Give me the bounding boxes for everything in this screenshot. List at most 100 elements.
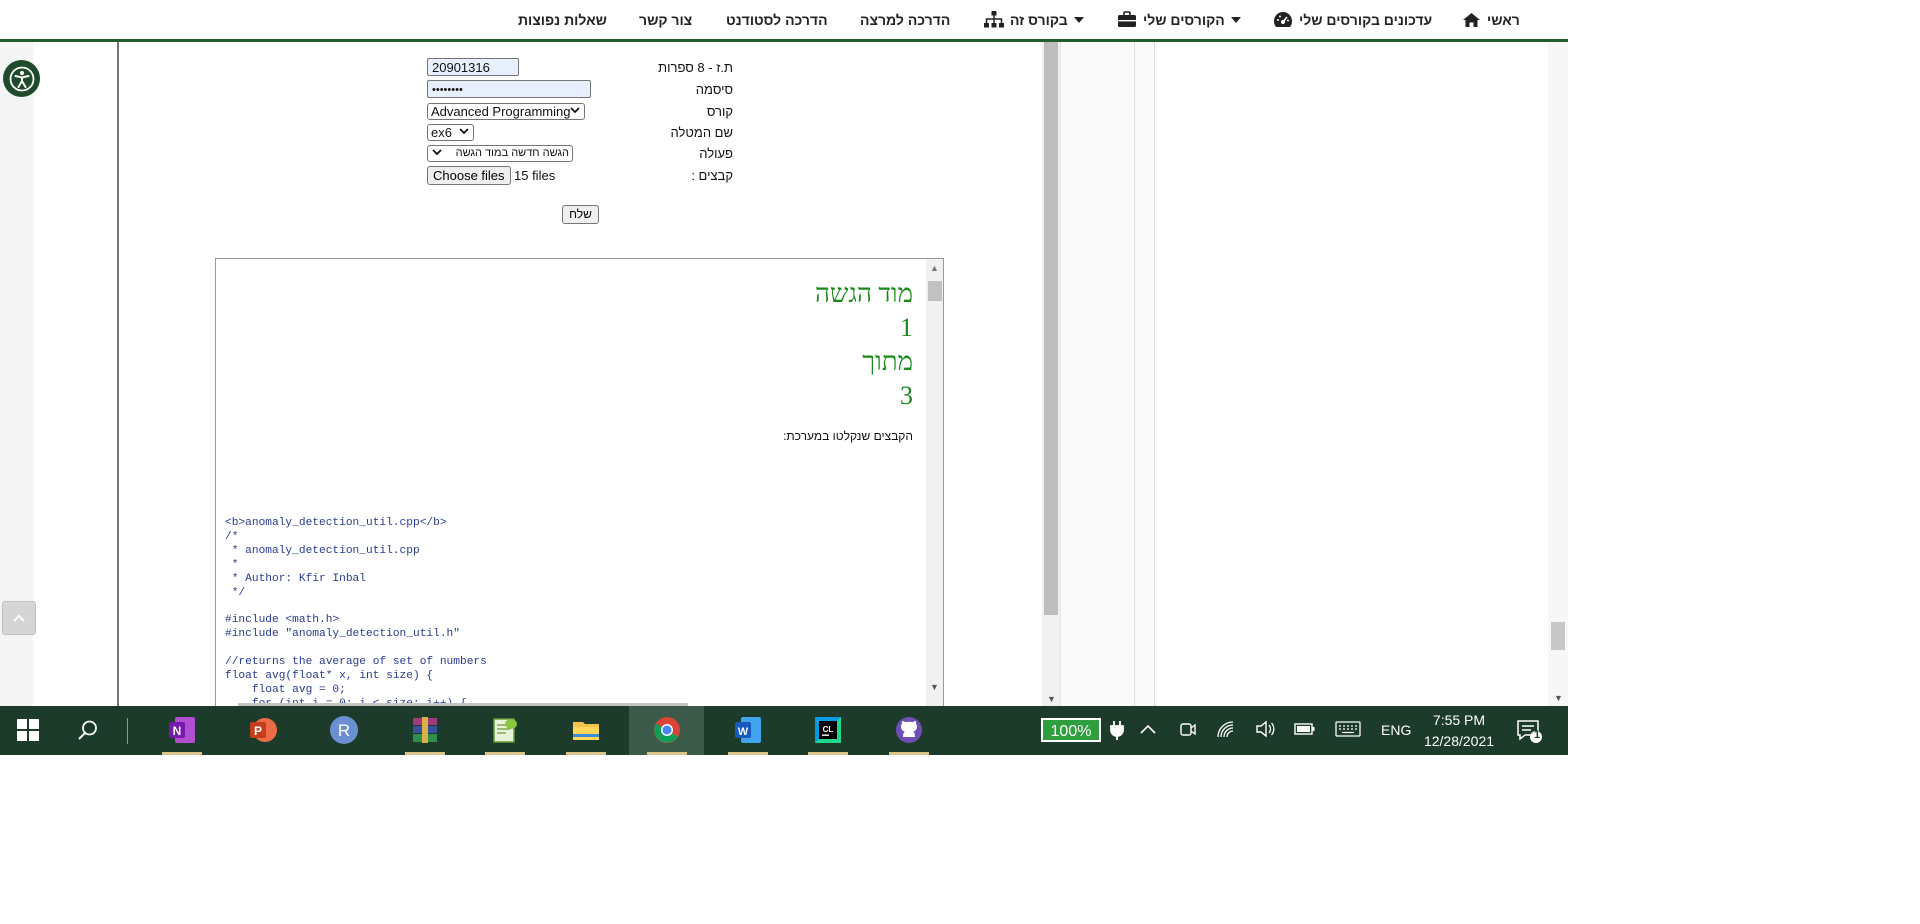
running-indicator bbox=[566, 752, 606, 755]
chevron-down-icon bbox=[570, 107, 580, 114]
nav-home[interactable]: ראשי bbox=[1462, 0, 1520, 39]
window-scrollbar-thumb[interactable] bbox=[1551, 622, 1565, 650]
submission-output-frame: מוד הגשה 1 מתוך 3 הקבצים שנקלטו במערכת: … bbox=[215, 258, 944, 706]
briefcase-icon bbox=[1118, 11, 1136, 27]
accessibility-button[interactable] bbox=[3, 60, 40, 97]
svg-text:P: P bbox=[254, 724, 262, 738]
nav-lecturer-guide-label: הדרכה למרצה bbox=[860, 11, 951, 28]
of-word: מתוך bbox=[862, 347, 913, 376]
nav-my-courses[interactable]: הקורסים שלי bbox=[1117, 0, 1241, 39]
scroll-down-arrow-icon[interactable]: ▼ bbox=[1554, 693, 1563, 703]
window-scrollbar[interactable]: ▼ bbox=[1548, 42, 1568, 706]
volume-icon[interactable] bbox=[1255, 720, 1275, 741]
nav-contact-label: צור קשר bbox=[639, 11, 693, 28]
nav-faq[interactable]: שאלות נפוצות bbox=[518, 0, 607, 39]
language-indicator[interactable]: ENG bbox=[1381, 722, 1411, 738]
course-select[interactable]: Advanced Programming bbox=[427, 103, 585, 120]
files-label: קבצים : bbox=[691, 168, 733, 183]
chrome-icon[interactable] bbox=[651, 714, 683, 746]
battery-icon[interactable] bbox=[1294, 721, 1316, 740]
action-select-value: הגשה חדשה במוד הגשה bbox=[455, 147, 569, 159]
wifi-icon[interactable] bbox=[1216, 720, 1236, 741]
winrar-icon[interactable] bbox=[409, 714, 441, 746]
content-border bbox=[117, 42, 119, 706]
svg-text:N: N bbox=[173, 724, 182, 738]
nav-contact[interactable]: צור קשר bbox=[639, 0, 692, 39]
frame-scrollbar-thumb[interactable] bbox=[928, 281, 942, 301]
chevron-up-icon bbox=[13, 614, 25, 622]
keyboard-icon[interactable] bbox=[1335, 720, 1361, 741]
mode-title: מוד הגשה bbox=[815, 279, 913, 308]
taskbar: N P R W CL 100% ENG 7:55 PM 12/28/2021 1 bbox=[0, 706, 1568, 755]
right-divider bbox=[1154, 42, 1155, 706]
clock[interactable]: 7:55 PM 12/28/2021 bbox=[1418, 710, 1500, 752]
chevron-down-icon bbox=[459, 128, 469, 135]
clock-time: 7:55 PM bbox=[1432, 712, 1486, 728]
battery-percentage[interactable]: 100% bbox=[1041, 718, 1101, 742]
nav-student-guide-label: הדרכה לסטודנט bbox=[726, 11, 828, 28]
svg-text:W: W bbox=[738, 726, 749, 738]
dashboard-icon bbox=[1273, 11, 1293, 27]
svg-text:R: R bbox=[338, 721, 350, 740]
code-listing: <b>anomaly_detection_util.cpp</b> /* * a… bbox=[225, 517, 487, 706]
clion-icon[interactable]: CL bbox=[812, 714, 844, 746]
running-indicator bbox=[728, 752, 768, 755]
page-scrollbar[interactable]: ▼ bbox=[1042, 42, 1060, 706]
accepted-files-label: הקבצים שנקלטו במערכת: bbox=[783, 429, 913, 443]
nav-updates-label: עדכונים בקורסים שלי bbox=[1299, 11, 1433, 28]
submit-button[interactable]: שלח bbox=[562, 205, 599, 224]
running-indicator bbox=[889, 752, 929, 755]
running-indicator bbox=[405, 752, 445, 755]
id-input[interactable]: 20901316 bbox=[427, 58, 519, 76]
r-icon[interactable]: R bbox=[328, 714, 360, 746]
top-navigation: ראשי עדכונים בקורסים שלי הקורסים שלי בקו… bbox=[0, 0, 1568, 42]
nav-updates[interactable]: עדכונים בקורסים שלי bbox=[1273, 0, 1432, 39]
running-indicator bbox=[162, 752, 202, 755]
nav-student-guide[interactable]: הדרכה לסטודנט bbox=[726, 0, 828, 39]
word-icon[interactable]: W bbox=[732, 714, 764, 746]
password-input[interactable]: •••••••• bbox=[427, 80, 591, 98]
nav-lecturer-guide[interactable]: הדרכה למרצה bbox=[860, 0, 950, 39]
page-scrollbar-thumb[interactable] bbox=[1044, 42, 1058, 615]
svg-text:CL: CL bbox=[823, 725, 834, 734]
exercise-select-value: ex6 bbox=[431, 125, 452, 140]
exercise-select[interactable]: ex6 bbox=[427, 124, 474, 141]
nav-this-course[interactable]: בקורס זה bbox=[984, 0, 1084, 39]
scroll-down-arrow-icon[interactable]: ▼ bbox=[930, 682, 939, 692]
frame-scrollbar[interactable]: ▲ ▼ bbox=[926, 259, 943, 706]
chevron-down-icon bbox=[432, 149, 442, 156]
notifications-icon[interactable]: 1 bbox=[1516, 718, 1542, 747]
notepad-plus-icon[interactable] bbox=[489, 714, 521, 746]
caret-down-icon bbox=[1073, 16, 1084, 23]
scroll-up-arrow-icon[interactable]: ▲ bbox=[930, 263, 939, 273]
power-plug-icon[interactable] bbox=[1109, 720, 1125, 743]
scroll-down-arrow-icon[interactable]: ▼ bbox=[1047, 694, 1056, 704]
nav-this-course-label: בקורס זה bbox=[1010, 11, 1068, 28]
search-icon[interactable] bbox=[72, 714, 104, 746]
meet-now-icon[interactable] bbox=[1179, 719, 1197, 742]
nav-faq-label: שאלות נפוצות bbox=[518, 11, 607, 28]
running-indicator bbox=[808, 752, 848, 755]
nav-my-courses-label: הקורסים שלי bbox=[1143, 11, 1225, 28]
running-indicator bbox=[485, 752, 525, 755]
accessibility-icon bbox=[9, 66, 34, 91]
password-label: סיסמה bbox=[695, 82, 733, 97]
back-to-top-button[interactable] bbox=[2, 601, 36, 635]
sitemap-icon bbox=[984, 11, 1004, 28]
clock-date: 12/28/2021 bbox=[1423, 733, 1495, 749]
powerpoint-icon[interactable]: P bbox=[247, 714, 279, 746]
caret-down-icon bbox=[1230, 16, 1241, 23]
onenote-icon[interactable]: N bbox=[166, 714, 198, 746]
chevron-up-icon[interactable] bbox=[1140, 721, 1156, 737]
course-label: קורס bbox=[706, 104, 733, 119]
home-icon bbox=[1463, 12, 1480, 27]
id-label: ת.ז - 8 ספרות bbox=[658, 60, 733, 75]
file-explorer-icon[interactable] bbox=[570, 714, 602, 746]
github-icon[interactable] bbox=[893, 714, 925, 746]
notification-count: 1 bbox=[1533, 729, 1541, 741]
choose-files-button[interactable]: Choose files bbox=[427, 166, 511, 185]
right-margin bbox=[1060, 42, 1157, 706]
start-icon[interactable] bbox=[12, 714, 44, 746]
exercise-label: שם המטלה bbox=[670, 125, 733, 140]
action-select[interactable]: הגשה חדשה במוד הגשה bbox=[427, 145, 573, 162]
